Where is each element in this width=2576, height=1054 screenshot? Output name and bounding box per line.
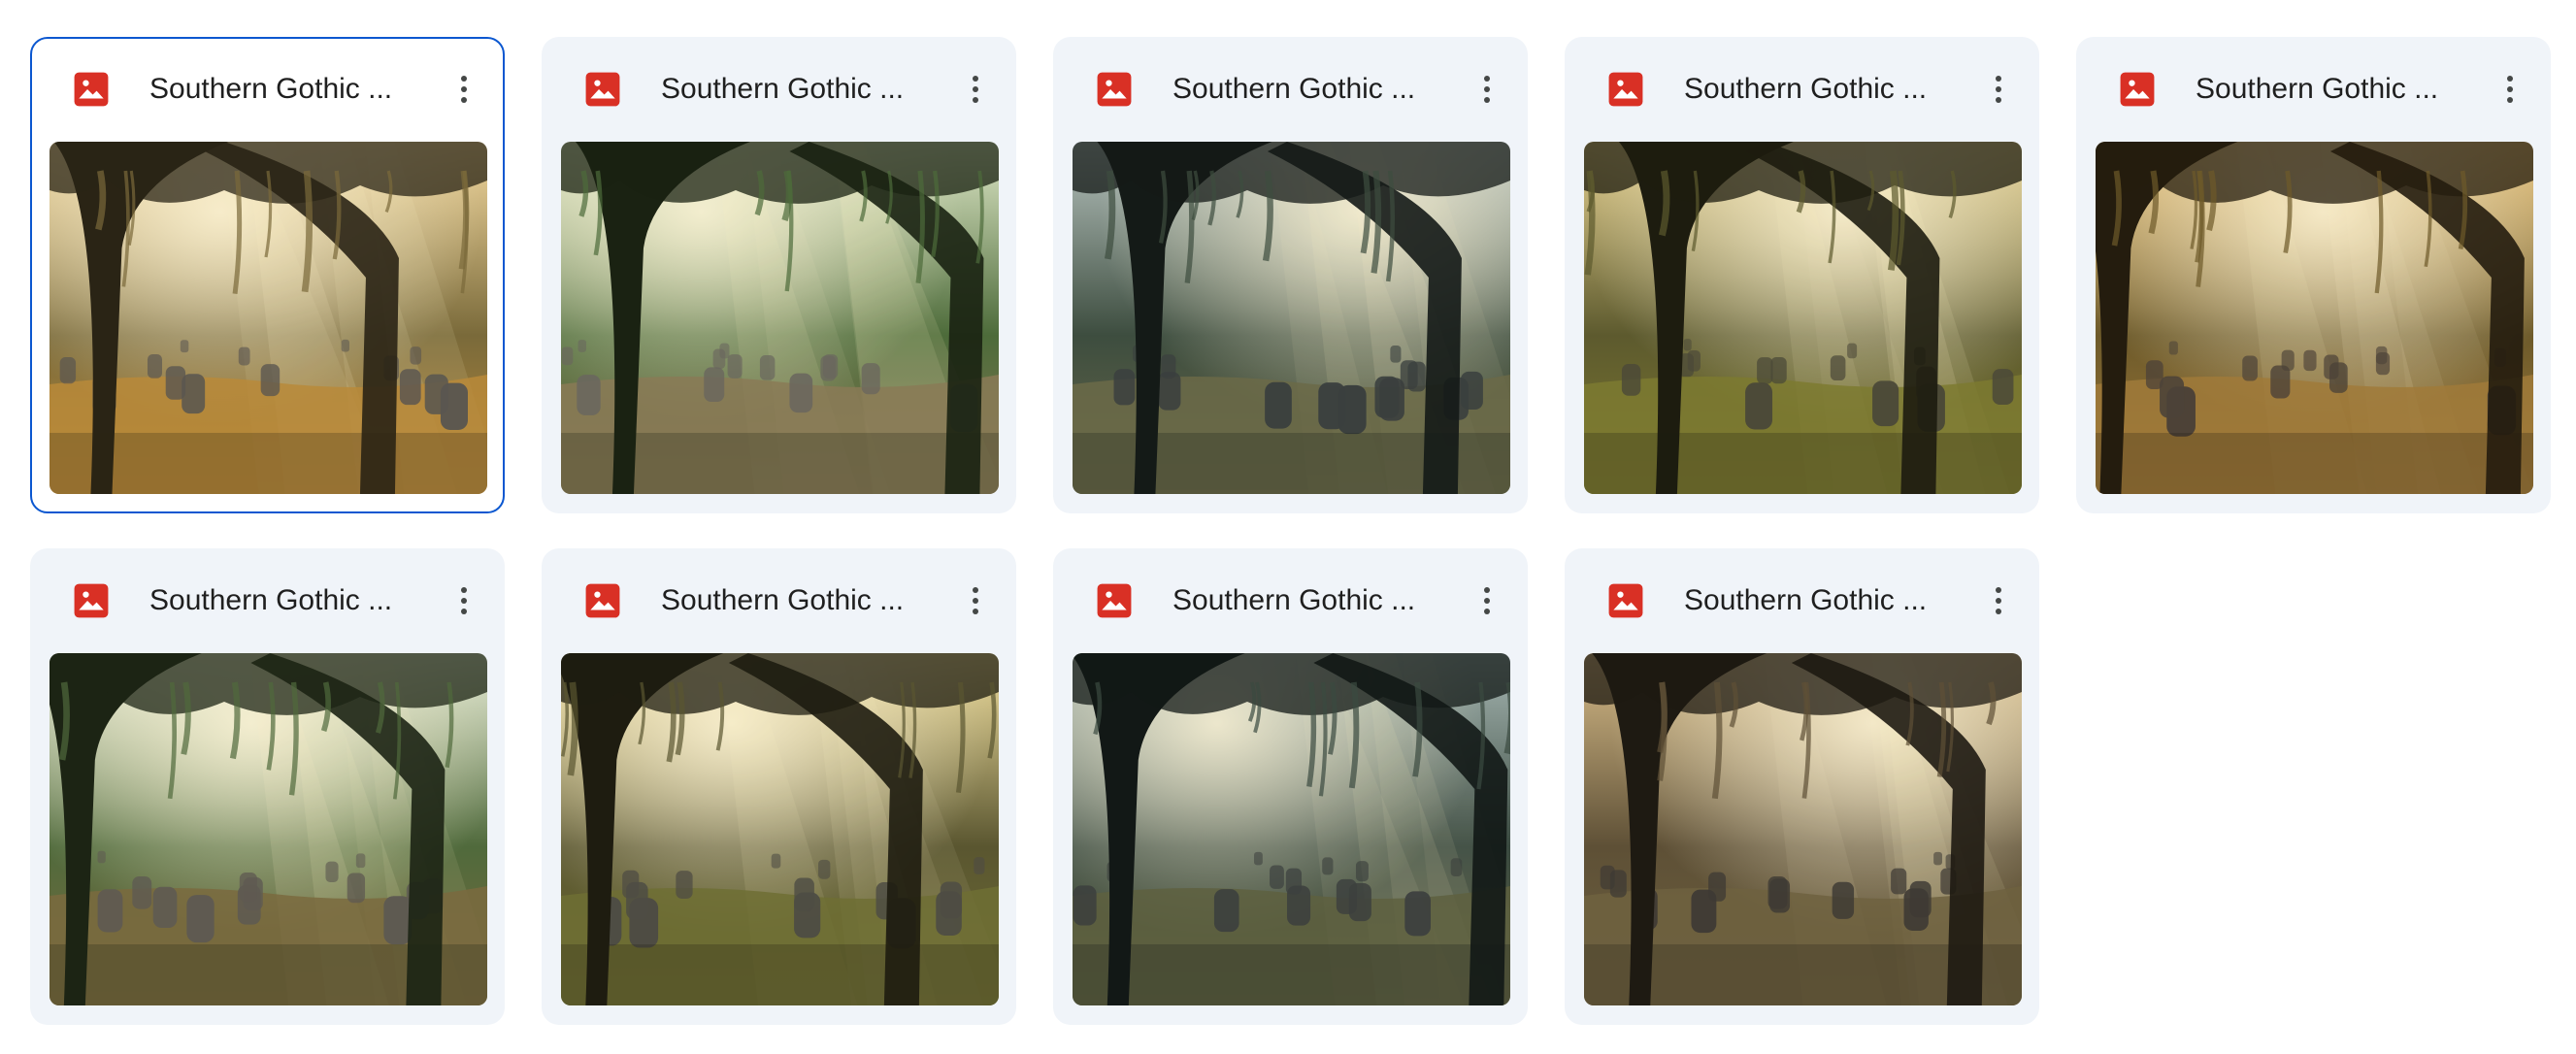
more-options-button[interactable] — [443, 68, 485, 111]
image-file-icon — [1096, 71, 1133, 108]
card-header: Southern Gothic ... — [30, 548, 505, 653]
file-card[interactable]: Southern Gothic ... — [1053, 548, 1528, 1025]
file-name: Southern Gothic ... — [1172, 584, 1416, 616]
file-name: Southern Gothic ... — [1684, 73, 1928, 105]
more-vert-icon — [1996, 76, 2001, 103]
more-vert-icon — [1484, 76, 1490, 103]
image-thumbnail[interactable] — [50, 142, 487, 494]
card-header: Southern Gothic ... — [32, 39, 503, 144]
file-name: Southern Gothic ... — [661, 73, 905, 105]
image-file-icon — [73, 71, 110, 108]
more-options-button[interactable] — [443, 579, 485, 622]
more-options-button[interactable] — [1466, 68, 1508, 111]
image-file-icon — [584, 582, 621, 619]
more-vert-icon — [973, 587, 978, 614]
image-file-icon — [1096, 582, 1133, 619]
more-options-button[interactable] — [1977, 68, 2020, 111]
more-vert-icon — [973, 76, 978, 103]
image-thumbnail[interactable] — [50, 653, 487, 1005]
image-thumbnail[interactable] — [1073, 653, 1510, 1005]
file-card[interactable]: Southern Gothic ... — [30, 548, 505, 1025]
card-header: Southern Gothic ... — [1565, 548, 2039, 653]
image-thumbnail[interactable] — [561, 653, 999, 1005]
image-file-icon — [584, 71, 621, 108]
more-vert-icon — [1484, 587, 1490, 614]
card-header: Southern Gothic ... — [1053, 37, 1528, 142]
file-card[interactable]: Southern Gothic ... — [1565, 37, 2039, 513]
image-file-icon — [2119, 71, 2156, 108]
image-file-icon — [1607, 71, 1644, 108]
more-vert-icon — [1996, 587, 2001, 614]
file-name: Southern Gothic ... — [1684, 584, 1928, 616]
file-card[interactable]: Southern Gothic ... — [1565, 548, 2039, 1025]
more-options-button[interactable] — [954, 68, 997, 111]
image-thumbnail[interactable] — [2096, 142, 2533, 494]
file-card[interactable]: Southern Gothic ... — [30, 37, 505, 513]
file-card[interactable]: Southern Gothic ... — [1053, 37, 1528, 513]
file-name: Southern Gothic ... — [2196, 73, 2439, 105]
image-thumbnail[interactable] — [1073, 142, 1510, 494]
card-header: Southern Gothic ... — [2076, 37, 2551, 142]
file-card[interactable]: Southern Gothic ... — [542, 37, 1016, 513]
image-file-icon — [1607, 582, 1644, 619]
card-header: Southern Gothic ... — [1565, 37, 2039, 142]
image-thumbnail[interactable] — [1584, 653, 2022, 1005]
card-header: Southern Gothic ... — [1053, 548, 1528, 653]
card-header: Southern Gothic ... — [542, 37, 1016, 142]
more-options-button[interactable] — [954, 579, 997, 622]
more-options-button[interactable] — [1977, 579, 2020, 622]
image-thumbnail[interactable] — [561, 142, 999, 494]
more-options-button[interactable] — [2489, 68, 2531, 111]
more-vert-icon — [461, 587, 467, 614]
more-vert-icon — [461, 76, 467, 103]
more-vert-icon — [2507, 76, 2513, 103]
file-name: Southern Gothic ... — [149, 584, 393, 616]
more-options-button[interactable] — [1466, 579, 1508, 622]
file-name: Southern Gothic ... — [661, 584, 905, 616]
file-grid: Southern Gothic ... Southern Gothic ... So… — [30, 37, 2551, 1025]
file-name: Southern Gothic ... — [1172, 73, 1416, 105]
file-card[interactable]: Southern Gothic ... — [2076, 37, 2551, 513]
image-thumbnail[interactable] — [1584, 142, 2022, 494]
card-header: Southern Gothic ... — [542, 548, 1016, 653]
file-name: Southern Gothic ... — [149, 73, 393, 105]
image-file-icon — [73, 582, 110, 619]
file-card[interactable]: Southern Gothic ... — [542, 548, 1016, 1025]
